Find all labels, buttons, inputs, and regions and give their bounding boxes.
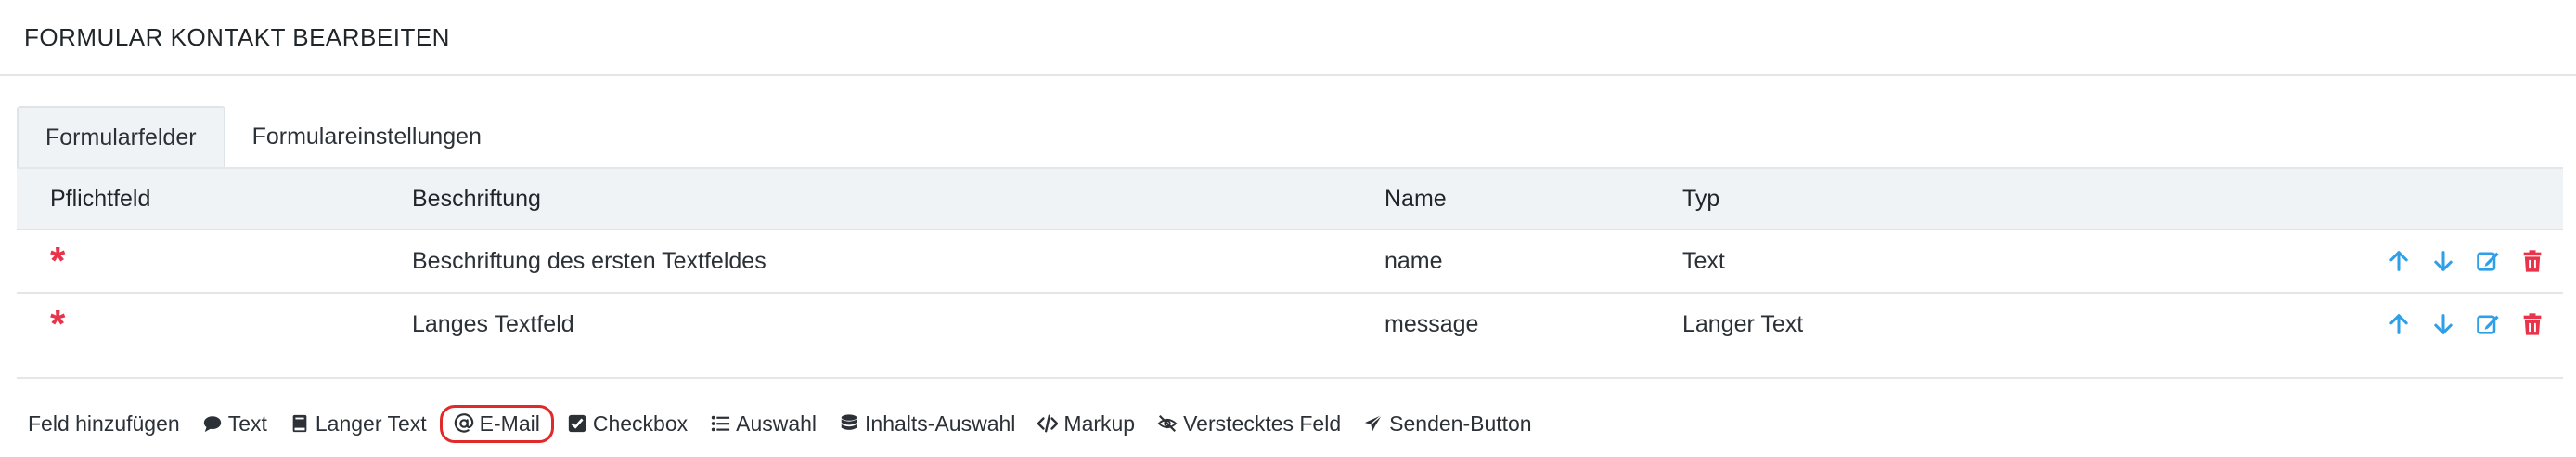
add-content-select-label: Inhalts-Auswahl xyxy=(865,411,1016,436)
checkbox-icon xyxy=(568,414,586,433)
add-markup-label: Markup xyxy=(1063,411,1136,436)
table-row: * Beschriftung des ersten Textfeldes nam… xyxy=(17,230,2563,294)
field-name: message xyxy=(1385,310,1479,337)
delete-button[interactable] xyxy=(2517,245,2548,277)
arrow-up-icon xyxy=(2389,314,2408,334)
required-asterisk-icon: * xyxy=(50,239,66,282)
field-label: Beschriftung des ersten Textfeldes xyxy=(412,247,766,274)
field-label: Langes Textfeld xyxy=(412,310,574,337)
page-title: FORMULAR KONTAKT BEARBEITEN xyxy=(24,22,450,51)
book-icon xyxy=(292,414,307,433)
add-checkbox-label: Checkbox xyxy=(592,411,689,436)
move-up-button[interactable] xyxy=(2383,245,2415,277)
tab-bar: Formularfelder Formulareinstellungen xyxy=(17,104,2563,167)
speech-bubble-icon xyxy=(203,416,221,433)
trash-icon xyxy=(2523,313,2542,335)
divider xyxy=(17,377,2563,379)
add-hidden-field-button[interactable]: Verstecktes Feld xyxy=(1157,411,1341,437)
field-type: Langer Text xyxy=(1682,310,1804,337)
tab-formularfelder[interactable]: Formularfelder xyxy=(17,106,225,167)
database-icon xyxy=(841,414,857,430)
list-icon xyxy=(711,415,730,432)
trash-icon xyxy=(2523,250,2542,272)
add-hidden-field-label: Verstecktes Feld xyxy=(1183,411,1342,436)
eye-slash-icon xyxy=(1157,414,1178,433)
table-header: Pflichtfeld Beschriftung Name Typ xyxy=(17,167,2563,230)
add-text-button[interactable]: Text xyxy=(202,411,267,437)
move-down-button[interactable] xyxy=(2428,245,2459,277)
move-up-button[interactable] xyxy=(2383,308,2415,340)
add-content-select-button[interactable]: Inhalts-Auswahl xyxy=(839,411,1015,437)
column-header-typ: Typ xyxy=(1682,185,1720,212)
add-long-text-label: Langer Text xyxy=(315,411,427,436)
add-submit-label: Senden-Button xyxy=(1389,411,1532,436)
page-header: FORMULAR KONTAKT BEARBEITEN xyxy=(0,0,2576,76)
edit-icon xyxy=(2477,315,2499,334)
paper-plane-icon xyxy=(1364,414,1383,432)
field-type: Text xyxy=(1682,247,1725,274)
add-email-button[interactable]: E-Mail xyxy=(439,404,554,443)
add-field-label: Feld hinzufügen xyxy=(28,411,180,436)
add-submit-button[interactable]: Senden-Button xyxy=(1363,411,1532,437)
add-select-button[interactable]: Auswahl xyxy=(710,411,817,437)
add-long-text-button[interactable]: Langer Text xyxy=(290,411,427,437)
add-checkbox-button[interactable]: Checkbox xyxy=(567,411,688,437)
edit-button[interactable] xyxy=(2472,245,2504,277)
edit-icon xyxy=(2477,252,2499,271)
edit-button[interactable] xyxy=(2472,308,2504,340)
row-actions xyxy=(2383,245,2548,277)
add-text-label: Text xyxy=(227,411,267,436)
add-select-label: Auswahl xyxy=(736,411,818,436)
add-markup-button[interactable]: Markup xyxy=(1037,411,1135,437)
field-name: name xyxy=(1385,247,1443,274)
arrow-down-icon xyxy=(2434,251,2453,271)
at-icon xyxy=(454,413,473,433)
add-field-bar: Feld hinzufügen Text Langer Text E-Mail … xyxy=(28,404,1554,443)
row-actions xyxy=(2383,308,2548,340)
required-asterisk-icon: * xyxy=(50,302,66,346)
move-down-button[interactable] xyxy=(2428,308,2459,340)
arrow-up-icon xyxy=(2389,251,2408,271)
code-icon xyxy=(1037,414,1059,433)
column-header-pflichtfeld: Pflichtfeld xyxy=(50,185,151,212)
add-email-label: E-Mail xyxy=(479,411,540,436)
arrow-down-icon xyxy=(2434,314,2453,334)
column-header-name: Name xyxy=(1385,185,1447,212)
tab-formulareinstellungen[interactable]: Formulareinstellungen xyxy=(225,106,509,167)
column-header-beschriftung: Beschriftung xyxy=(412,185,541,212)
table-row: * Langes Textfeld message Langer Text xyxy=(17,294,2563,355)
delete-button[interactable] xyxy=(2517,308,2548,340)
fields-table: Pflichtfeld Beschriftung Name Typ * Besc… xyxy=(17,167,2563,355)
